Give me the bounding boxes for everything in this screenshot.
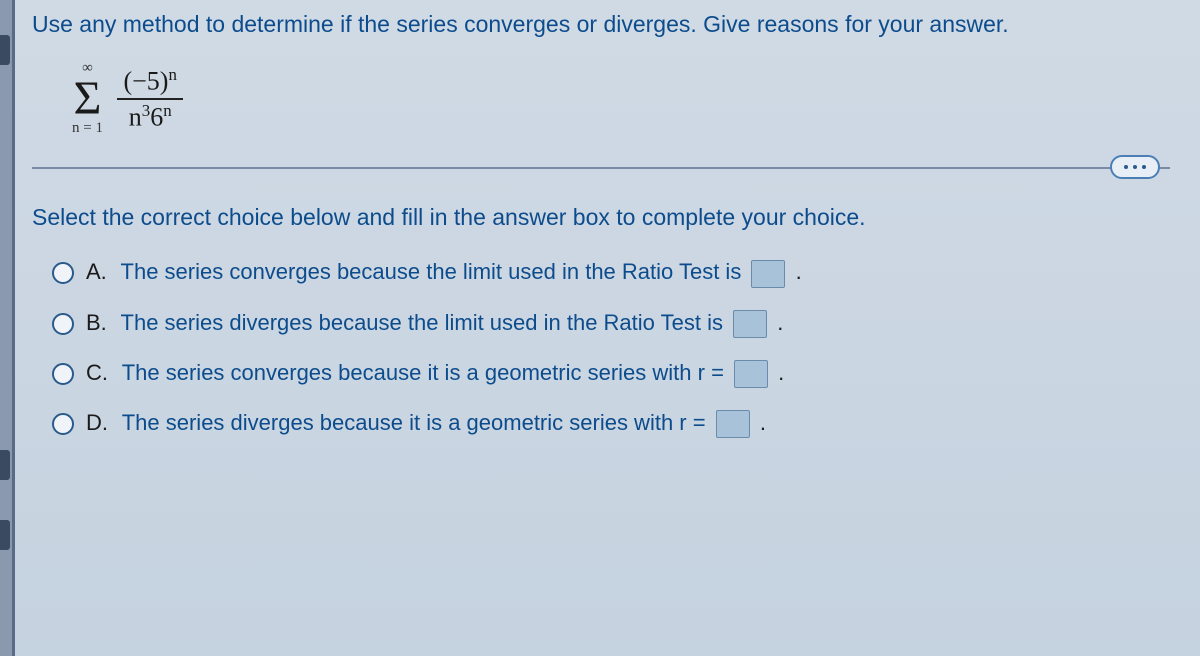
edge-mark [0, 520, 10, 550]
instruction-text: Select the correct choice below and fill… [32, 204, 1170, 231]
numerator: (−5)n [117, 66, 182, 100]
choice-list: A. The series converges because the limi… [32, 259, 1170, 438]
series-formula: ∞ Σ n = 1 (−5)n n36n [72, 60, 1170, 137]
radio-d[interactable] [52, 413, 74, 435]
answer-input-c[interactable] [734, 360, 768, 388]
fraction: (−5)n n36n [117, 66, 182, 133]
choice-c: C. The series converges because it is a … [52, 360, 1170, 388]
edge-mark [0, 450, 10, 480]
radio-c[interactable] [52, 363, 74, 385]
choice-b: B. The series diverges because the limit… [52, 310, 1170, 338]
choice-c-label: C. The series converges because it is a … [86, 360, 784, 388]
sum-lower: n = 1 [72, 120, 103, 137]
denominator: n36n [129, 100, 172, 132]
choice-d-label: D. The series diverges because it is a g… [86, 410, 766, 438]
radio-b[interactable] [52, 313, 74, 335]
choice-b-label: B. The series diverges because the limit… [86, 310, 783, 338]
answer-input-d[interactable] [716, 410, 750, 438]
answer-input-a[interactable] [751, 260, 785, 288]
choice-a: A. The series converges because the limi… [52, 259, 1170, 287]
choice-d: D. The series diverges because it is a g… [52, 410, 1170, 438]
edge-mark [0, 35, 10, 65]
answer-input-b[interactable] [733, 310, 767, 338]
radio-a[interactable] [52, 262, 74, 284]
sigma-icon: Σ [74, 77, 102, 120]
question-prompt: Use any method to determine if the serie… [32, 8, 1170, 40]
section-divider [32, 167, 1170, 169]
choice-a-label: A. The series converges because the limi… [86, 259, 802, 287]
more-options-button[interactable] [1110, 155, 1160, 179]
